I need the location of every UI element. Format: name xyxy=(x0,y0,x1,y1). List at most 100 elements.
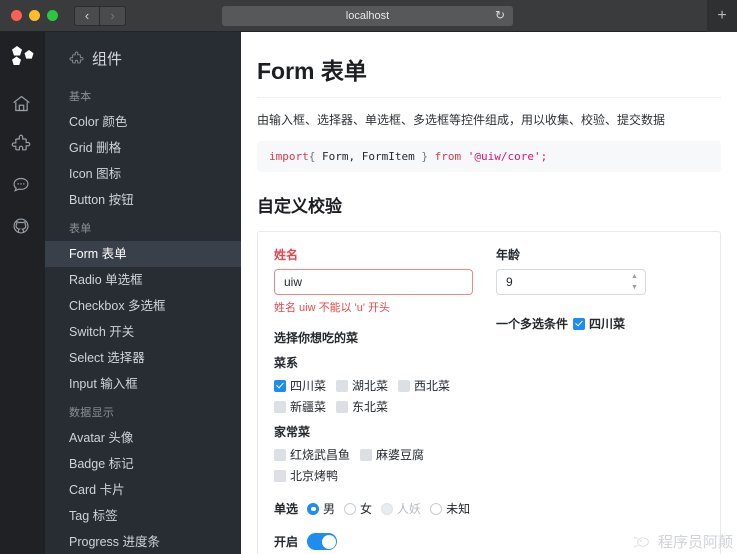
import-code-block: import{ Form, FormItem } from '@uiw/core… xyxy=(257,141,721,172)
sidebar-item-grid[interactable]: Grid 删格 xyxy=(45,135,241,161)
sidebar-item-icon[interactable]: Icon 图标 xyxy=(45,161,241,187)
cuisine-group-label: 菜系 xyxy=(274,356,299,370)
code-keyword-from: from xyxy=(434,150,462,163)
uiw-logo[interactable] xyxy=(10,46,36,71)
puzzle-icon xyxy=(69,51,84,64)
radio-dot-icon[interactable] xyxy=(430,502,443,515)
age-label: 年龄 xyxy=(496,248,521,262)
checkbox-label: 西北菜 xyxy=(414,379,451,393)
radio-dot-icon xyxy=(381,502,394,515)
page-description: 由输入框、选择器、单选框、多选框等控件组成，用以收集、校验、提交数据 xyxy=(257,113,666,127)
radio-unknown[interactable]: 未知 xyxy=(430,500,470,517)
sidebar-item-badge[interactable]: Badge 标记 xyxy=(45,451,241,477)
main-content: Form 表单 由输入框、选择器、单选框、多选框等控件组成，用以收集、校验、提交… xyxy=(241,32,737,554)
section-title: 自定义校验 xyxy=(257,197,342,216)
home-dish-group-label: 家常菜 xyxy=(274,425,311,439)
checkbox-hongshao-wuchangyu[interactable]: 红烧武昌鱼 xyxy=(274,446,350,463)
name-field-group: 姓名 姓名 uiw 不能以 'u' 开头 xyxy=(274,246,496,315)
checkbox-box-icon[interactable] xyxy=(274,400,286,413)
radio-dot-icon[interactable] xyxy=(344,502,357,515)
address-bar-text: localhost xyxy=(345,9,390,22)
radio-label: 未知 xyxy=(446,502,471,516)
checkbox-dongbei[interactable]: 东北菜 xyxy=(336,398,388,415)
sidebar-group-data-display: 数据显示 Avatar 头像 Badge 标记 Card 卡片 Tag 标签 P… xyxy=(45,397,241,554)
demo-card: 姓名 姓名 uiw 不能以 'u' 开头 年龄 ▲ ▼ xyxy=(257,231,721,554)
sidebar-item-switch[interactable]: Switch 开关 xyxy=(45,319,241,345)
stepper-up-icon[interactable]: ▲ xyxy=(631,273,638,280)
checkbox-beijing-kaoya[interactable]: 北京烤鸭 xyxy=(274,467,338,484)
age-input-wrapper: ▲ ▼ xyxy=(496,269,646,295)
number-stepper-icon[interactable]: ▲ ▼ xyxy=(630,273,639,291)
demo-card-body: 姓名 姓名 uiw 不能以 'u' 开头 年龄 ▲ ▼ xyxy=(258,232,720,554)
checkbox-label: 红烧武昌鱼 xyxy=(290,448,351,462)
stepper-down-icon[interactable]: ▼ xyxy=(631,284,638,291)
github-icon[interactable] xyxy=(11,216,35,240)
sidebar-item-progress[interactable]: Progress 进度条 xyxy=(45,529,241,554)
forward-button[interactable]: › xyxy=(100,5,126,26)
code-keyword-import: import xyxy=(269,150,309,163)
age-input[interactable] xyxy=(496,269,646,295)
radio-male[interactable]: 男 xyxy=(307,500,335,517)
checkbox-box-icon[interactable] xyxy=(274,469,286,482)
radio-label: 女 xyxy=(360,502,373,516)
sidebar-item-avatar[interactable]: Avatar 头像 xyxy=(45,425,241,451)
sidebar-item-radio[interactable]: Radio 单选框 xyxy=(45,267,241,293)
checkbox-box-icon[interactable] xyxy=(274,448,286,461)
code-module-string: '@uiw/core'; xyxy=(467,150,548,163)
switch-knob xyxy=(321,534,336,549)
new-tab-button[interactable]: + xyxy=(707,0,737,32)
code-brace-close: } xyxy=(421,150,428,163)
page-title: Form 表单 xyxy=(257,52,721,98)
form-top-row: 姓名 姓名 uiw 不能以 'u' 开头 年龄 ▲ ▼ xyxy=(274,246,704,315)
minimize-window-button[interactable] xyxy=(29,10,40,21)
sidebar-group-title: 数据显示 xyxy=(69,407,115,419)
checkbox-box-icon[interactable] xyxy=(360,448,373,461)
checkbox-label: 新疆菜 xyxy=(290,400,327,414)
enable-switch[interactable] xyxy=(307,533,338,550)
home-icon[interactable] xyxy=(11,93,35,117)
checkbox-mapo-doufu[interactable]: 麻婆豆腐 xyxy=(360,446,424,463)
sidebar-group-title: 表单 xyxy=(69,223,92,235)
address-bar[interactable]: localhost ↻ xyxy=(222,5,513,26)
checkbox-box-icon[interactable] xyxy=(274,379,286,392)
chat-icon[interactable] xyxy=(11,175,35,199)
radio-female[interactable]: 女 xyxy=(344,500,372,517)
radio-dot-icon[interactable] xyxy=(307,502,320,515)
sidebar-item-tag[interactable]: Tag 标签 xyxy=(45,503,241,529)
form-middle-row: 选择你想吃的菜 菜系 四川菜 湖北菜 西北菜 新疆菜 东北菜 家常菜 红烧武昌鱼… xyxy=(274,315,704,486)
window-controls xyxy=(0,10,58,21)
checkbox-xinjiang[interactable]: 新疆菜 xyxy=(274,398,326,415)
radio-group-label: 单选 xyxy=(274,502,299,516)
sidebar-item-input[interactable]: Input 输入框 xyxy=(45,371,241,397)
back-button[interactable]: ‹ xyxy=(74,5,100,26)
checkbox-label: 四川菜 xyxy=(589,317,626,331)
sidebar-item-form[interactable]: Form 表单 xyxy=(45,241,241,267)
checkbox-label: 湖北菜 xyxy=(352,379,389,393)
checkbox-multi-sichuan[interactable]: 四川菜 xyxy=(573,315,625,332)
sidebar-item-card[interactable]: Card 卡片 xyxy=(45,477,241,503)
sidebar-item-select[interactable]: Select 选择器 xyxy=(45,345,241,371)
components-icon[interactable] xyxy=(11,134,35,158)
checkbox-xibei[interactable]: 西北菜 xyxy=(398,377,450,394)
checkbox-sichuan[interactable]: 四川菜 xyxy=(274,377,326,394)
sidebar-group-form: 表单 Form 表单 Radio 单选框 Checkbox 多选框 Switch… xyxy=(45,213,241,397)
sidebar-item-color[interactable]: Color 颜色 xyxy=(45,109,241,135)
checkbox-hubei[interactable]: 湖北菜 xyxy=(336,377,388,394)
checkbox-box-icon[interactable] xyxy=(336,379,349,392)
sidebar-item-checkbox[interactable]: Checkbox 多选框 xyxy=(45,293,241,319)
sidebar-item-button[interactable]: Button 按钮 xyxy=(45,187,241,213)
icon-rail xyxy=(0,32,45,554)
checkbox-box-icon[interactable] xyxy=(573,317,586,330)
dish-checkbox-group: 选择你想吃的菜 菜系 四川菜 湖北菜 西北菜 新疆菜 东北菜 家常菜 红烧武昌鱼… xyxy=(274,315,496,486)
checkbox-box-icon[interactable] xyxy=(398,379,411,392)
browser-window: ‹ › localhost ↻ + 组件 基本 Color 颜色 Grid 删格… xyxy=(0,0,737,554)
checkbox-label: 东北菜 xyxy=(352,400,389,414)
name-input[interactable] xyxy=(274,269,473,295)
checkbox-box-icon[interactable] xyxy=(336,400,349,413)
radio-label: 男 xyxy=(323,502,336,516)
reload-icon[interactable]: ↻ xyxy=(495,8,505,22)
close-window-button[interactable] xyxy=(11,10,22,21)
maximize-window-button[interactable] xyxy=(47,10,58,21)
browser-titlebar: ‹ › localhost ↻ + xyxy=(0,0,737,32)
dish-prompt-label: 选择你想吃的菜 xyxy=(274,331,359,345)
